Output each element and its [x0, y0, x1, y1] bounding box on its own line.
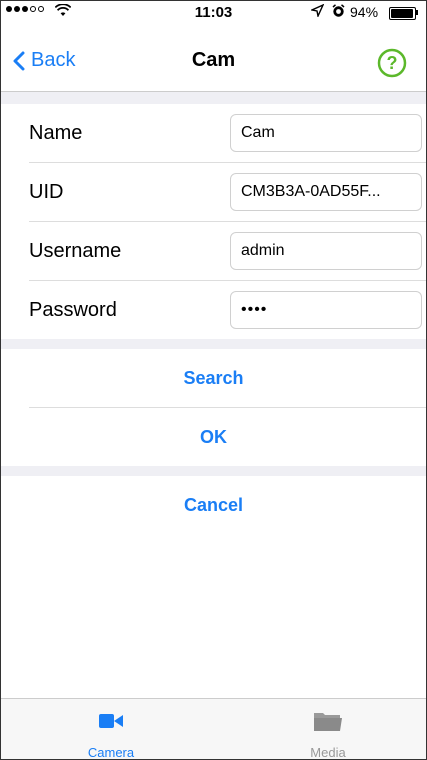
- svg-text:?: ?: [387, 53, 398, 73]
- cancel-button[interactable]: Cancel: [1, 476, 426, 534]
- battery-percentage: 94%: [350, 4, 379, 20]
- section-gap: [1, 339, 426, 349]
- app-window: 11:03 94% Back Cam ? Name Cam UID CM3B3A…: [0, 0, 427, 760]
- tab-media[interactable]: Media: [268, 707, 388, 760]
- name-label: Name: [29, 122, 83, 144]
- battery-icon: [389, 7, 416, 20]
- status-bar: 11:03 94%: [1, 1, 426, 21]
- search-button[interactable]: Search: [1, 349, 426, 407]
- location-arrow-icon: [311, 4, 324, 17]
- form-row-name: Name Cam: [1, 104, 426, 162]
- ok-button[interactable]: OK: [1, 408, 426, 466]
- uid-label: UID: [29, 181, 64, 203]
- section-gap: [1, 92, 426, 104]
- tab-camera-label: Camera: [87, 745, 135, 760]
- alarm-icon: [332, 4, 345, 17]
- tab-media-label: Media: [310, 745, 346, 760]
- form-row-username: Username admin: [1, 222, 426, 280]
- folder-icon: [314, 713, 342, 731]
- form-row-uid: UID CM3B3A-0AD55F...: [1, 163, 426, 221]
- video-camera-icon: [99, 714, 123, 728]
- section-gap: [1, 466, 426, 476]
- tab-camera[interactable]: Camera: [51, 707, 171, 760]
- uid-field[interactable]: CM3B3A-0AD55F...: [230, 173, 422, 211]
- form-row-password: Password ••••: [1, 281, 426, 339]
- password-label: Password: [29, 299, 117, 321]
- password-field[interactable]: ••••: [230, 291, 422, 329]
- tab-bar: Camera Media: [1, 698, 426, 760]
- username-label: Username: [29, 240, 122, 262]
- help-icon[interactable]: ?: [377, 48, 407, 78]
- page-title: Cam: [191, 49, 236, 71]
- navigation-bar: Back Cam ?: [1, 21, 426, 92]
- username-field[interactable]: admin: [230, 232, 422, 270]
- name-field[interactable]: Cam: [230, 114, 422, 152]
